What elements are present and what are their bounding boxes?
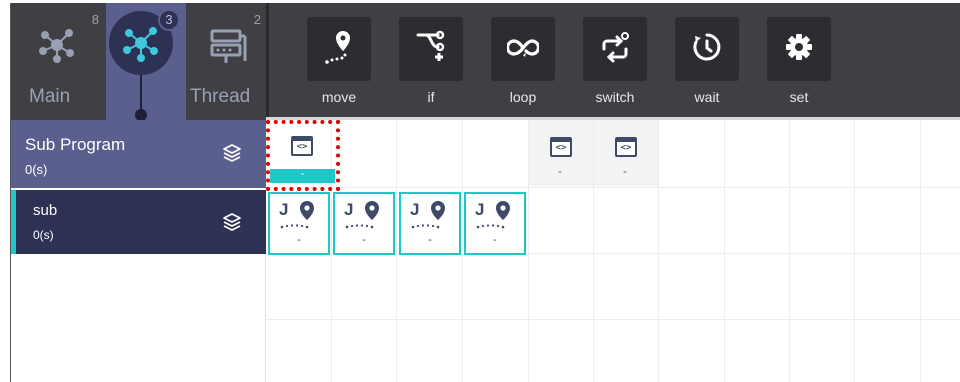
tab-sub-count: 3 bbox=[158, 9, 180, 31]
command-toolbar: move if loop switch wait set bbox=[269, 3, 960, 120]
network-icon bbox=[123, 27, 158, 62]
script-cell-value: - bbox=[623, 166, 627, 178]
map-pin-icon bbox=[300, 201, 314, 220]
tab-sub[interactable]: 3 bbox=[106, 3, 186, 121]
grid-vline bbox=[528, 120, 529, 382]
tool-move-tile bbox=[307, 17, 371, 81]
tool-loop-label: loop bbox=[509, 89, 537, 105]
grid-vline bbox=[789, 120, 790, 382]
switch-icon bbox=[602, 32, 629, 63]
sidebar-empty-area bbox=[11, 254, 266, 382]
sidebar-item-sub[interactable]: sub 0(s) bbox=[11, 190, 266, 254]
map-pin-icon bbox=[365, 201, 379, 220]
path-dots-icon bbox=[476, 224, 505, 229]
grid-vline bbox=[396, 120, 397, 382]
tab-thread-count: 2 bbox=[253, 12, 261, 27]
sub-program-time: 0(s) bbox=[25, 162, 48, 177]
tab-main[interactable]: 8 Main bbox=[11, 3, 104, 120]
grid-vline bbox=[854, 120, 855, 382]
path-dots-icon bbox=[345, 224, 374, 229]
tab-main-label: Main bbox=[29, 86, 71, 107]
map-pin-path-icon bbox=[325, 31, 350, 64]
tool-wait-tile bbox=[675, 17, 739, 81]
mode-tabs: 8 Main 3 2 Thread bbox=[11, 3, 266, 121]
sub-program-sidebar: Sub Program 0(s) sub 0(s) bbox=[11, 120, 266, 382]
tool-switch[interactable]: switch bbox=[569, 17, 649, 117]
move-cell[interactable]: J - bbox=[464, 192, 526, 255]
tool-move[interactable]: move bbox=[293, 17, 373, 117]
joint-j-icon: J bbox=[475, 200, 485, 219]
selection-highlight-box bbox=[266, 120, 340, 191]
layers-icon[interactable] bbox=[221, 211, 243, 233]
branch-icon bbox=[416, 30, 445, 61]
tool-loop[interactable]: loop bbox=[477, 17, 557, 117]
sidebar-item-accent bbox=[11, 190, 16, 254]
move-cell-value: - bbox=[362, 234, 366, 246]
move-cell-value: - bbox=[297, 234, 301, 246]
script-cell[interactable]: <> - bbox=[530, 124, 590, 182]
header-bar: 8 Main 3 2 Thread move if loop switch wa… bbox=[11, 3, 960, 121]
tab-thread-label: Thread bbox=[190, 86, 251, 107]
grid-vline bbox=[724, 120, 725, 382]
tab-thread[interactable]: 2 Thread bbox=[186, 3, 266, 120]
layers-icon[interactable] bbox=[221, 142, 243, 164]
joint-j-icon: J bbox=[344, 200, 354, 219]
path-dots-icon bbox=[280, 224, 309, 229]
map-pin-icon bbox=[431, 201, 445, 220]
tool-wait[interactable]: wait bbox=[661, 17, 741, 117]
sub-program-header[interactable]: Sub Program 0(s) bbox=[11, 120, 266, 188]
gear-icon bbox=[786, 34, 812, 60]
sidebar-item-time: 0(s) bbox=[33, 228, 54, 242]
loop-icon bbox=[507, 39, 539, 57]
tab-main-count: 8 bbox=[91, 12, 99, 27]
tool-move-label: move bbox=[321, 89, 357, 105]
tool-if-label: if bbox=[427, 89, 435, 105]
grid-vline bbox=[593, 120, 594, 382]
tool-loop-tile bbox=[491, 17, 555, 81]
grid-hline bbox=[266, 319, 960, 320]
move-cell[interactable]: J - bbox=[333, 192, 395, 255]
script-code-icon: <> bbox=[550, 137, 572, 157]
path-dots-icon bbox=[411, 224, 440, 229]
map-pin-icon bbox=[496, 201, 510, 220]
move-cell[interactable]: J - bbox=[399, 192, 461, 255]
joint-j-icon: J bbox=[410, 200, 420, 219]
thread-icon bbox=[210, 29, 247, 63]
tool-switch-label: switch bbox=[595, 89, 635, 105]
tool-if-tile bbox=[399, 17, 463, 81]
grid-vline bbox=[462, 120, 463, 382]
tool-set[interactable]: set bbox=[753, 17, 833, 117]
sub-program-editor: 8 Main 3 2 Thread move if loop switch wa… bbox=[10, 3, 960, 382]
move-cell-value: - bbox=[493, 234, 497, 246]
tool-switch-tile bbox=[583, 17, 647, 81]
sub-program-title: Sub Program bbox=[25, 135, 126, 154]
script-cell-value: - bbox=[558, 166, 562, 178]
sidebar-item-title: sub bbox=[33, 202, 58, 219]
grid-vline bbox=[920, 120, 921, 382]
tool-wait-label: wait bbox=[694, 89, 720, 105]
grid-hline bbox=[266, 187, 960, 188]
timer-icon bbox=[693, 33, 721, 61]
program-grid: <> - <> - <> - J - J - J - J - bbox=[266, 120, 960, 382]
tool-if[interactable]: if bbox=[385, 17, 465, 117]
move-cell[interactable]: J - bbox=[268, 192, 330, 255]
network-icon bbox=[39, 29, 74, 63]
move-cell-value: - bbox=[428, 234, 432, 246]
script-code-icon: <> bbox=[615, 137, 637, 157]
tool-set-label: set bbox=[789, 89, 809, 105]
joint-j-icon: J bbox=[279, 200, 289, 219]
script-cell[interactable]: <> - bbox=[595, 124, 655, 182]
grid-vline bbox=[658, 120, 659, 382]
tool-set-tile bbox=[767, 17, 831, 81]
